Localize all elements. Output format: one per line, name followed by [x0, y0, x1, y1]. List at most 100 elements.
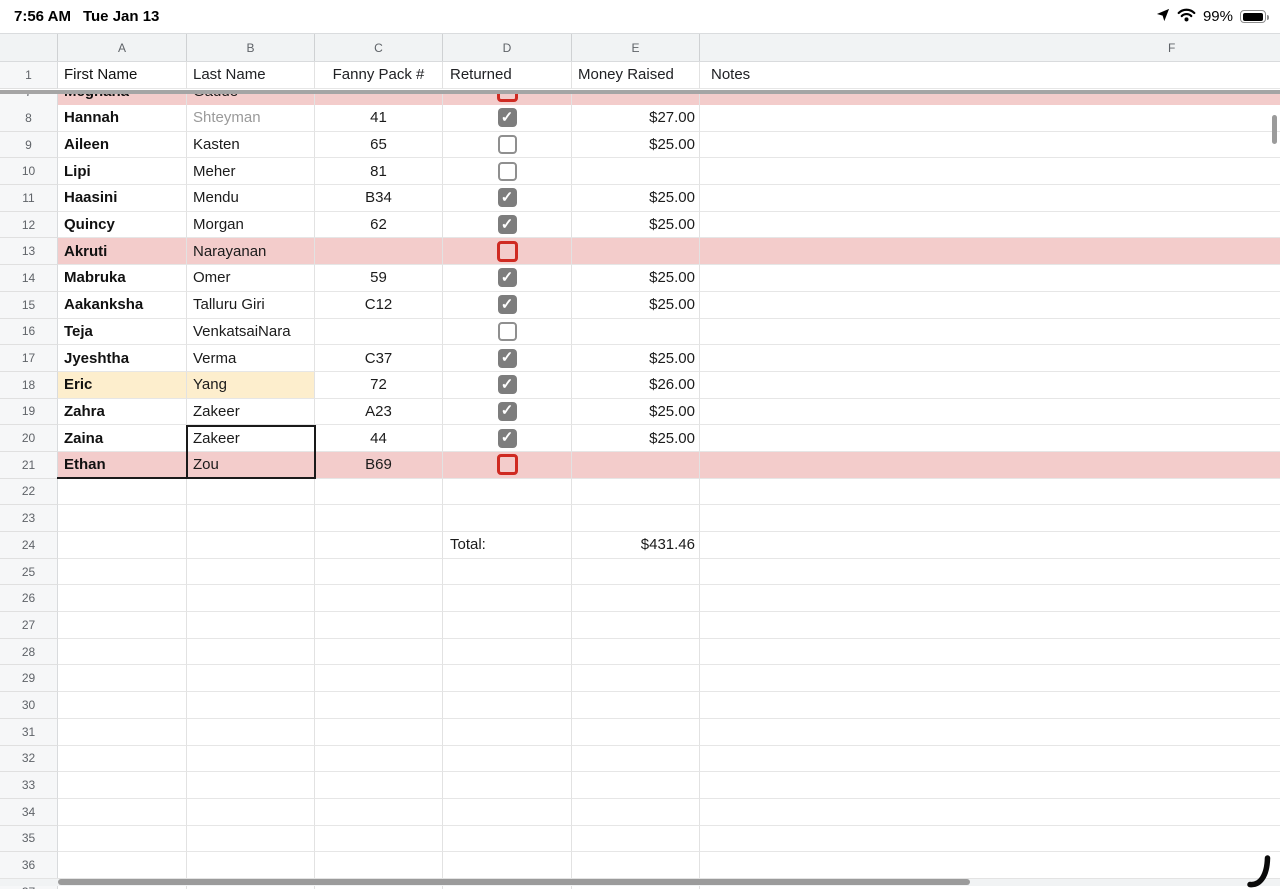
cell-A13[interactable]: Akruti: [58, 238, 187, 266]
cell-C31[interactable]: [315, 718, 443, 746]
row-header-32[interactable]: 32: [0, 745, 58, 773]
cell-F19[interactable]: [700, 399, 1280, 426]
cell-E34[interactable]: [572, 798, 700, 826]
cell-E11[interactable]: $25.00: [572, 185, 700, 212]
cell-A12[interactable]: Quincy: [58, 211, 187, 239]
cell-C12[interactable]: 62: [315, 211, 443, 239]
cell-C13[interactable]: [315, 238, 443, 266]
cell-F11[interactable]: [700, 185, 1280, 212]
column-header-B[interactable]: B: [187, 34, 315, 61]
cell-C19[interactable]: A23: [315, 398, 443, 426]
cell-D17[interactable]: [443, 345, 572, 372]
cell-D21[interactable]: [443, 451, 572, 479]
cell-D16[interactable]: [443, 318, 572, 346]
cell-F30[interactable]: [700, 692, 1280, 719]
cell-F24[interactable]: [700, 532, 1280, 559]
cell-E15[interactable]: $25.00: [572, 291, 700, 319]
cell-C25[interactable]: [315, 558, 443, 586]
cell-A36[interactable]: [58, 852, 187, 879]
cell-C9[interactable]: 65: [315, 131, 443, 159]
cell-F14[interactable]: [700, 265, 1280, 292]
checkbox-unchecked[interactable]: [497, 135, 517, 155]
row-header-20[interactable]: 20: [0, 425, 58, 452]
row-header-10[interactable]: 10: [0, 158, 58, 186]
row-header-22[interactable]: 22: [0, 478, 58, 506]
cell-C7[interactable]: [315, 94, 443, 105]
cell-D19[interactable]: [443, 398, 572, 426]
cell-B23[interactable]: [187, 505, 315, 532]
row-header-29[interactable]: 29: [0, 665, 58, 693]
cell-A35[interactable]: [58, 825, 187, 853]
cell-F29[interactable]: [700, 665, 1280, 693]
cell-B16[interactable]: VenkatsaiNara: [187, 318, 315, 346]
cell-E27[interactable]: [572, 612, 700, 639]
row-header-12[interactable]: 12: [0, 211, 58, 239]
cell-A7[interactable]: Meghana: [58, 94, 187, 105]
cell-B26[interactable]: [187, 585, 315, 613]
cell-D24[interactable]: Total:: [443, 532, 572, 559]
cell-F21[interactable]: [700, 451, 1280, 479]
cell-A9[interactable]: Aileen: [58, 131, 187, 159]
row-header-30[interactable]: 30: [0, 692, 58, 719]
checkbox-unchecked-red[interactable]: [496, 240, 518, 262]
cell-E35[interactable]: [572, 825, 700, 853]
cell-B14[interactable]: Omer: [187, 265, 315, 292]
row-header-7[interactable]: 7: [0, 94, 58, 105]
cell-F13[interactable]: [700, 238, 1280, 266]
cell-E10[interactable]: [572, 158, 700, 186]
cell-C10[interactable]: 81: [315, 158, 443, 186]
cell-B18[interactable]: Yang: [187, 371, 315, 399]
cell-B9[interactable]: Kasten: [187, 131, 315, 159]
row-header-26[interactable]: 26: [0, 585, 58, 613]
cell-C15[interactable]: C12: [315, 291, 443, 319]
cell-B32[interactable]: [187, 745, 315, 773]
row-header-33[interactable]: 33: [0, 772, 58, 799]
cell-C27[interactable]: [315, 612, 443, 639]
cell-E14[interactable]: $25.00: [572, 265, 700, 292]
cell-A14[interactable]: Mabruka: [58, 265, 187, 292]
cell-F16[interactable]: [700, 319, 1280, 346]
cell-E20[interactable]: $25.00: [572, 425, 700, 452]
cell-A28[interactable]: [58, 638, 187, 666]
cell-D34[interactable]: [443, 798, 572, 826]
cell-C29[interactable]: [315, 665, 443, 693]
cell-B22[interactable]: [187, 478, 315, 506]
cell-D7[interactable]: [443, 94, 572, 105]
cell-E13[interactable]: [572, 238, 700, 266]
row-header-14[interactable]: 14: [0, 265, 58, 292]
cell-B19[interactable]: Zakeer: [187, 398, 315, 426]
cell-C35[interactable]: [315, 825, 443, 853]
cell-E17[interactable]: $25.00: [572, 345, 700, 372]
cell-B28[interactable]: [187, 638, 315, 666]
cell-C34[interactable]: [315, 798, 443, 826]
row-header-8[interactable]: 8: [0, 105, 58, 132]
row-header-23[interactable]: 23: [0, 505, 58, 532]
column-header-F[interactable]: F: [700, 34, 1280, 61]
cell-C26[interactable]: [315, 585, 443, 613]
cell-D14[interactable]: [443, 265, 572, 292]
row-header-31[interactable]: 31: [0, 718, 58, 746]
cell-C21[interactable]: B69: [315, 451, 443, 479]
cell-D13[interactable]: [443, 238, 572, 266]
row-header-28[interactable]: 28: [0, 638, 58, 666]
cell-D1[interactable]: Returned: [443, 62, 572, 89]
cell-D33[interactable]: [443, 772, 572, 799]
cell-F34[interactable]: [700, 799, 1280, 826]
cell-B31[interactable]: [187, 718, 315, 746]
cell-B8[interactable]: Shteyman: [187, 105, 315, 132]
checkbox-checked[interactable]: [497, 348, 517, 368]
cell-B20[interactable]: Zakeer: [187, 425, 315, 452]
cell-A33[interactable]: [58, 772, 187, 799]
cell-E1[interactable]: Money Raised: [572, 62, 700, 89]
checkbox-checked[interactable]: [497, 428, 517, 448]
cell-A34[interactable]: [58, 798, 187, 826]
cell-B25[interactable]: [187, 558, 315, 586]
cell-B15[interactable]: Talluru Giri: [187, 291, 315, 319]
cell-D26[interactable]: [443, 585, 572, 613]
cell-C14[interactable]: 59: [315, 265, 443, 292]
cell-D35[interactable]: [443, 825, 572, 853]
cell-E19[interactable]: $25.00: [572, 398, 700, 426]
cell-E12[interactable]: $25.00: [572, 211, 700, 239]
cell-E33[interactable]: [572, 772, 700, 799]
cell-A19[interactable]: Zahra: [58, 398, 187, 426]
